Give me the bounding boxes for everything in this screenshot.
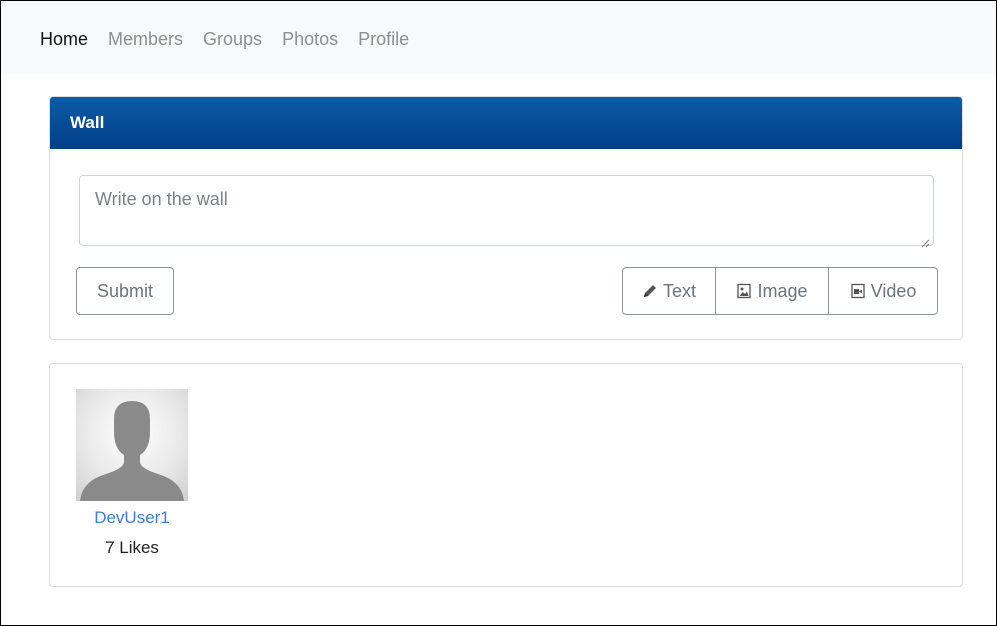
video-button-label: Video	[870, 280, 917, 301]
nav-link-photos[interactable]: Photos	[282, 28, 338, 50]
post-type-button-group: Text Image Video	[622, 267, 938, 315]
submit-button-label: Submit	[96, 280, 154, 301]
image-button-label: Image	[757, 280, 808, 301]
wall-post-input[interactable]: Write on the wall	[79, 175, 934, 248]
video-button[interactable]: Video	[829, 268, 937, 314]
video-icon	[850, 283, 866, 299]
submit-button[interactable]: Submit	[76, 267, 174, 315]
post-username-link[interactable]: DevUser1	[76, 508, 188, 528]
post-likes-count: 7 Likes	[105, 538, 159, 557]
resize-handle-icon[interactable]	[920, 232, 930, 248]
post-card: DevUser1 7 Likes	[49, 363, 963, 587]
nav-link-groups[interactable]: Groups	[203, 28, 262, 50]
wall-card: Wall Write on the wall Submit Text Image…	[49, 96, 963, 340]
nav-link-profile[interactable]: Profile	[358, 28, 409, 50]
wall-title: Wall	[70, 113, 105, 132]
nav-link-members[interactable]: Members	[108, 28, 183, 50]
pencil-icon	[642, 283, 658, 299]
image-icon	[736, 283, 752, 299]
text-button[interactable]: Text	[623, 268, 716, 314]
nav-links: Home Members Groups Photos Profile	[40, 28, 429, 50]
nav-link-home[interactable]: Home	[40, 28, 88, 50]
default-avatar-icon[interactable]	[76, 389, 188, 501]
top-navbar: Home Members Groups Photos Profile	[1, 1, 996, 74]
text-button-label: Text	[662, 280, 696, 301]
image-button[interactable]: Image	[716, 268, 829, 314]
app-frame: Home Members Groups Photos Profile Wall …	[0, 0, 997, 626]
wall-header: Wall	[50, 97, 962, 149]
wall-input-placeholder: Write on the wall	[95, 189, 228, 209]
